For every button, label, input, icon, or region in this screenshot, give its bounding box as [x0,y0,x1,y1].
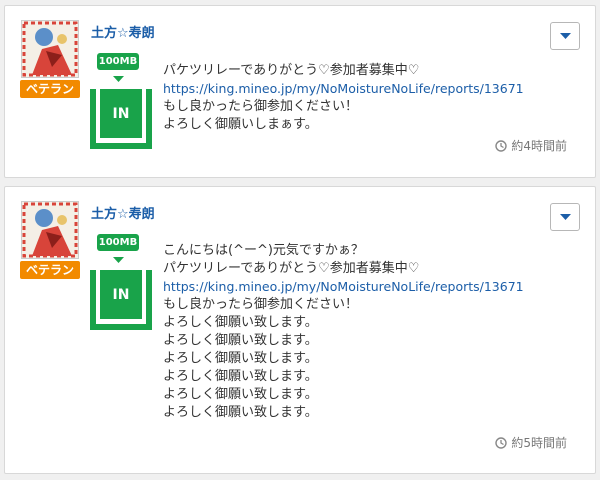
post-timestamp: 約4時間前 [495,137,567,154]
post-body: こんにちは(^ー^)元気ですかぁ？ パケツリレーでありがとう♡参加者募集中♡ h… [163,242,524,422]
post-line: パケツリレーでありがとう♡参加者募集中♡ [163,63,420,78]
timestamp-text: 約5時間前 [511,436,567,450]
rank-badge: ベテラン [20,80,80,98]
post-timestamp: 約5時間前 [495,434,567,451]
avatar-image [22,21,78,77]
down-arrow-icon [113,76,124,82]
post-line: よろしく御願いしまぁす。 [163,117,318,132]
down-arrow-icon [113,257,124,263]
post-line: よろしく御願い致します。 [163,333,318,348]
data-amount-tag: 100MB [97,234,139,251]
direction-indicator: IN [90,270,152,330]
direction-label: IN [100,89,142,138]
data-amount-tag: 100MB [97,53,139,70]
chevron-down-icon [560,33,571,39]
post-line: もし良かったら御参加ください！ [163,297,359,312]
username-link[interactable]: 土方☆寿朗 [91,22,155,41]
chevron-down-icon [560,214,571,220]
post-line: よろしく御願い致します。 [163,315,318,330]
post-menu-button[interactable] [550,22,580,50]
clock-icon [495,436,508,449]
report-link[interactable]: https://king.mineo.jp/my/NoMoistureNoLif… [163,278,524,296]
avatar-image [22,202,78,258]
username-link[interactable]: 土方☆寿朗 [91,203,155,222]
report-link[interactable]: https://king.mineo.jp/my/NoMoistureNoLif… [163,80,524,98]
post-menu-button[interactable] [550,203,580,231]
post-body: パケツリレーでありがとう♡参加者募集中♡ https://king.mineo.… [163,62,524,134]
post-line: もし良かったら御参加ください！ [163,99,359,114]
post-line: よろしく御願い致します。 [163,369,318,384]
rank-badge: ベテラン [20,261,80,279]
post-line: こんにちは(^ー^)元気ですかぁ？ [163,243,364,258]
post-line: よろしく御願い致します。 [163,351,318,366]
post-line: パケツリレーでありがとう♡参加者募集中♡ [163,261,420,276]
post-line: よろしく御願い致します。 [163,387,318,402]
post-line: よろしく御願い致します。 [163,405,318,420]
post-card: ベテラン 土方☆寿朗 100MB IN パケツリレーでありがとう♡参加者募集中♡… [4,5,596,178]
post-card: ベテラン 土方☆寿朗 100MB IN こんにちは(^ー^)元気ですかぁ？ パケ… [4,186,596,474]
avatar[interactable] [21,201,79,259]
timestamp-text: 約4時間前 [511,139,567,153]
direction-label: IN [100,270,142,319]
avatar[interactable] [21,20,79,78]
clock-icon [495,139,508,152]
direction-indicator: IN [90,89,152,149]
